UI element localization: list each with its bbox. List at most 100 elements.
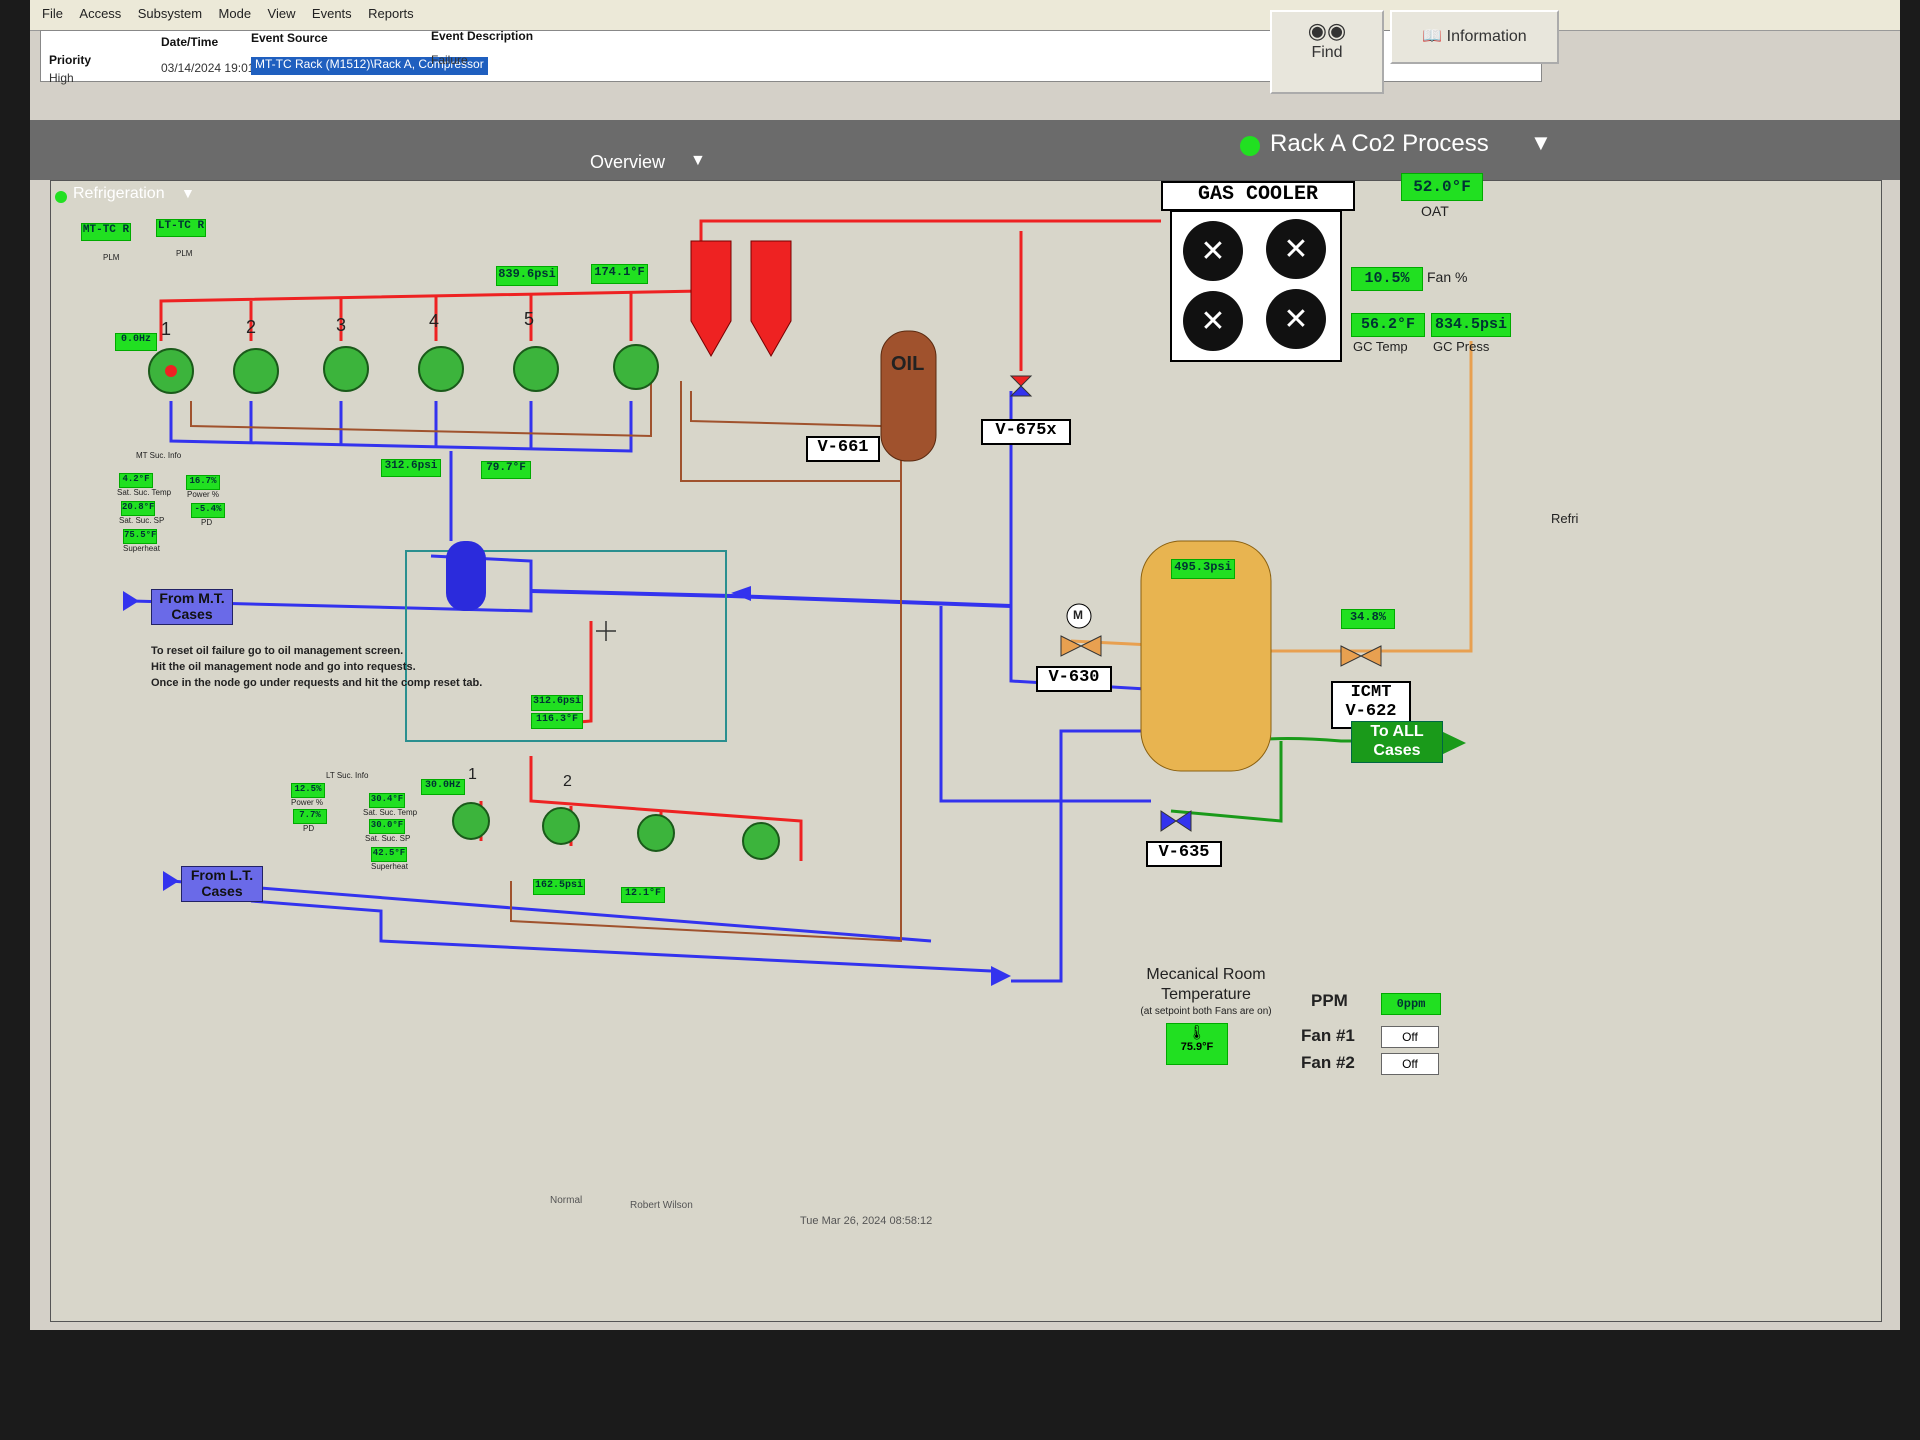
mt-suction-temp: 79.7°F: [481, 461, 531, 479]
description-header[interactable]: Event Description: [431, 29, 533, 47]
alarm-priority[interactable]: High: [49, 71, 74, 89]
lt-receiver-psi: 312.6psi: [531, 695, 583, 711]
information-button[interactable]: 📖 Information: [1390, 10, 1559, 64]
priority-header[interactable]: Priority: [49, 53, 91, 71]
mt-power-label: Power %: [187, 490, 220, 499]
oil-separator-2: [750, 240, 792, 358]
mt-superheat-label: Superheat: [123, 544, 160, 553]
menu-subsystem[interactable]: Subsystem: [138, 6, 202, 21]
note-line-3: Once in the node go under requests and h…: [151, 677, 483, 689]
lt-superheat: 42.5°F: [371, 847, 407, 862]
menu-access[interactable]: Access: [79, 6, 121, 21]
status-user: Robert Wilson: [630, 1200, 693, 1211]
gc-press-value: 834.5psi: [1431, 313, 1511, 337]
overview-label[interactable]: Overview: [590, 152, 665, 173]
gc-press-label: GC Press: [1433, 339, 1490, 354]
valve-v675x-tag[interactable]: V-675x: [981, 419, 1071, 445]
find-button[interactable]: ◉◉ Find: [1270, 10, 1384, 94]
from-lt-cases-button[interactable]: From L.T. Cases: [181, 866, 263, 902]
mt-tc-tag[interactable]: MT-TC R: [81, 223, 131, 241]
lt-compressor-icon[interactable]: [452, 802, 780, 860]
oil-separator-1: [690, 240, 732, 358]
compressor-number-1: 1: [161, 319, 172, 339]
mt-discharge-psi: 839.6psi: [496, 266, 558, 286]
ppm-value: 0ppm: [1381, 993, 1441, 1015]
motor-label: M: [1073, 608, 1083, 622]
menu-events[interactable]: Events: [312, 6, 352, 21]
fan1-label: Fan #1: [1301, 1026, 1355, 1045]
lt-tc-tag[interactable]: LT-TC R: [156, 219, 206, 237]
mt-sat-suc-temp-label: Sat. Suc. Temp: [117, 488, 172, 497]
lt-hz-value: 30.0Hz: [421, 779, 465, 795]
fan-percent-value: 10.5%: [1351, 267, 1423, 291]
mt-pd-label: PD: [201, 518, 213, 527]
icmt-percent: 34.8%: [1341, 609, 1395, 629]
alarm-description[interactable]: Failure: [431, 53, 468, 71]
menu-view[interactable]: View: [268, 6, 296, 21]
process-dropdown-icon[interactable]: ▼: [1530, 130, 1552, 156]
note-line-2: Hit the oil management node and go into …: [151, 661, 416, 673]
binoculars-icon: ◉◉: [1307, 18, 1347, 43]
mech-room-temp: 75.9°F: [1180, 1041, 1214, 1053]
fan1-status[interactable]: Off: [1381, 1026, 1439, 1048]
gas-cooler-title: GAS COOLER: [1161, 181, 1355, 211]
from-lt-arrow-icon: [163, 871, 179, 891]
to-all-line2: Cases: [1373, 742, 1421, 759]
process-bar: Rack A Co2 Process ▼ Overview ▼: [30, 120, 1900, 180]
to-all-cases-button[interactable]: To ALL Cases: [1351, 721, 1443, 763]
lt-pd-label: PD: [303, 824, 315, 833]
overview-dropdown-icon[interactable]: ▼: [690, 152, 706, 170]
note-line-1: To reset oil failure go to oil managemen…: [151, 645, 404, 657]
lt-superheat-label: Superheat: [371, 862, 408, 871]
mt-pd: -5.4%: [191, 503, 225, 518]
fan-percent-label: Fan %: [1427, 269, 1468, 285]
mech-room-temp-box: 🌡 75.9°F: [1166, 1023, 1228, 1065]
lt-compressor-number-2: 2: [563, 773, 572, 790]
menu-mode[interactable]: Mode: [219, 6, 252, 21]
menu-bar: File Access Subsystem Mode View Events R…: [30, 0, 1900, 31]
from-lt-line1: From L.T.: [190, 867, 254, 883]
lt-suction-psi: 162.5psi: [533, 879, 585, 895]
valve-v630-tag[interactable]: V-630: [1036, 666, 1112, 692]
valve-v635-tag[interactable]: V-635: [1146, 841, 1222, 867]
from-mt-cases-button[interactable]: From M.T. Cases: [151, 589, 233, 625]
menu-file[interactable]: File: [42, 6, 63, 21]
oat-label: OAT: [1421, 203, 1449, 219]
lt-power-pct: 12.5%: [291, 783, 325, 798]
source-header[interactable]: Event Source: [251, 31, 328, 49]
process-title[interactable]: Rack A Co2 Process: [1270, 130, 1489, 158]
compressor-number-5: 5: [524, 309, 535, 329]
find-label: Find: [1311, 44, 1343, 61]
from-mt-line2: Cases: [171, 606, 213, 622]
lt-receiver-temp: 116.3°F: [531, 713, 583, 729]
book-icon: 📖: [1422, 28, 1443, 45]
gc-temp-label: GC Temp: [1353, 339, 1408, 354]
mt-superheat: 75.5°F: [123, 529, 157, 544]
gc-temp-value: 56.2°F: [1351, 313, 1425, 337]
oil-reset-note: To reset oil failure go to oil managemen…: [151, 643, 482, 691]
from-mt-line1: From M.T.: [159, 590, 225, 606]
process-diagram: ✕ ✕ ✕ ✕: [123, 210, 1473, 986]
compressor-number-4: 4: [429, 311, 440, 331]
ppm-label: PPM: [1311, 991, 1348, 1010]
flow-arrow-icon: [731, 586, 751, 601]
mt-sat-suc-sp-label: Sat. Suc. SP: [119, 516, 165, 525]
plm-label-1: PLM: [103, 253, 120, 262]
to-cases-arrow-icon: [1441, 731, 1466, 755]
svg-text:✕: ✕: [1200, 305, 1225, 338]
mt-compressor-icon[interactable]: [148, 344, 659, 394]
menu-reports[interactable]: Reports: [368, 6, 414, 21]
receiver-psi: 495.3psi: [1171, 559, 1235, 579]
fan2-status[interactable]: Off: [1381, 1053, 1439, 1075]
hmi-screen: File Access Subsystem Mode View Events R…: [30, 0, 1900, 1330]
compressor-number-2: 2: [246, 317, 257, 337]
accumulator-vessel: [446, 541, 486, 611]
svg-text:✕: ✕: [1283, 303, 1308, 336]
datetime-header[interactable]: Date/Time: [161, 35, 218, 53]
side-panel-label: Refri: [1551, 511, 1579, 526]
lt-sat-suc-temp-label: Sat. Suc. Temp: [363, 808, 418, 817]
mt-hz-value: 0.0Hz: [115, 333, 157, 351]
oil-label: OIL: [891, 353, 925, 375]
valve-v661-tag[interactable]: V-661: [806, 436, 880, 462]
compressor-fault-icon: [165, 365, 177, 377]
